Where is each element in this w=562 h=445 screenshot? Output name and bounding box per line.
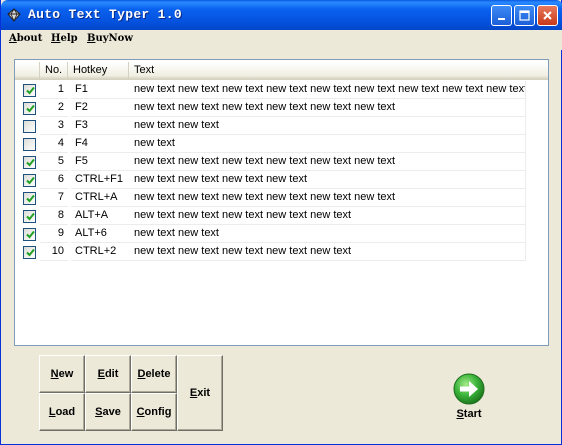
menu-help[interactable]: Help [51,33,78,44]
new-button[interactable]: New [39,355,85,393]
row-hotkey: F5 [71,153,129,171]
table-row[interactable]: 2 F2 new text new text new text new text n… [15,99,548,117]
row-hotkey: F3 [71,117,129,135]
row-hotkey: CTRL+F1 [71,171,129,189]
checkmark-icon [26,176,35,185]
row-hotkey: F1 [71,81,129,99]
table-row[interactable]: 5 F5 new text new text new text new text n… [15,153,548,171]
row-number: 3 [40,117,68,135]
checkmark-icon [26,212,35,221]
row-text: new text [129,135,526,153]
edit-button-label: Edit [97,368,119,380]
checkmark-icon [26,194,35,203]
row-checkbox[interactable] [23,246,36,259]
new-button-label: New [50,368,74,380]
row-text: new text new text new text new text new … [129,99,526,117]
row-hotkey: F2 [71,99,129,117]
save-button-label: Save [95,406,121,418]
row-number: 10 [40,243,68,261]
row-checkbox[interactable] [23,174,36,187]
row-text: new text new text new text new text new … [129,207,526,225]
window-title: Auto Text Typer 1.0 [28,7,182,22]
row-checkbox[interactable] [23,102,36,115]
maximize-icon [519,10,530,21]
title-bar[interactable]: Auto Text Typer 1.0 [1,0,562,30]
load-button[interactable]: Load [39,393,85,431]
config-button[interactable]: Config [131,393,177,431]
header-hotkey[interactable]: Hotkey [68,62,129,80]
go-arrow-icon [453,373,485,405]
header-no[interactable]: No. [40,62,68,80]
row-text: new text new text new text new text [129,171,526,189]
config-button-label: Config [136,406,172,418]
row-checkbox[interactable] [23,192,36,205]
delete-button-label: Delete [137,368,171,380]
app-diamond-icon [7,8,21,22]
delete-button[interactable]: Delete [131,355,177,393]
table-row[interactable]: 6 CTRL+F1 new text new text new text new t… [15,171,548,189]
checkmark-icon [26,158,35,167]
save-button[interactable]: Save [85,393,131,431]
row-hotkey: F4 [71,135,129,153]
row-number: 5 [40,153,68,171]
list-header: No. Hotkey Text [15,62,548,80]
row-checkbox[interactable] [23,156,36,169]
exit-button-label: Exit [189,387,211,399]
row-checkbox[interactable] [23,120,36,133]
row-text: new text new text [129,117,526,135]
menu-bar: About Help BuyNow [1,30,562,50]
table-row[interactable]: 1 F1 new text new text new text new text n… [15,81,548,99]
row-checkbox[interactable] [23,138,36,151]
row-number: 1 [40,81,68,99]
row-text: new text new text new text new text new … [129,189,526,207]
row-checkbox[interactable] [23,84,36,97]
row-text: new text new text new text new text new … [129,153,526,171]
close-button[interactable] [537,5,558,26]
minimize-icon [498,18,505,20]
row-hotkey: CTRL+A [71,189,129,207]
row-hotkey: ALT+6 [71,225,129,243]
start-button[interactable]: Start [447,370,491,426]
menu-about[interactable]: About [9,33,42,44]
start-label: Start [456,408,482,420]
menu-buynow[interactable]: BuyNow [87,33,133,44]
close-icon [543,11,552,20]
hotkey-list[interactable]: No. Hotkey Text 1 F1 new text new text new… [14,59,549,346]
checkmark-icon [26,230,35,239]
row-number: 7 [40,189,68,207]
app-window: Auto Text Typer 1.0 About Help BuyNow No… [0,0,562,445]
row-checkbox[interactable] [23,210,36,223]
maximize-button[interactable] [514,5,535,26]
table-row[interactable]: 8 ALT+A new text new text new text new tex… [15,207,548,225]
row-hotkey: CTRL+2 [71,243,129,261]
header-check-column[interactable] [15,62,40,80]
header-text[interactable]: Text [129,62,548,80]
minimize-button[interactable] [491,5,512,26]
table-row[interactable]: 9 ALT+6 new text new text [15,225,548,243]
row-checkbox[interactable] [23,228,36,241]
row-hotkey: ALT+A [71,207,129,225]
table-row[interactable]: 10 CTRL+2 new text new text new text new t… [15,243,548,261]
row-number: 2 [40,99,68,117]
checkmark-icon [26,248,35,257]
table-row[interactable]: 4 F4 new text [15,135,548,153]
row-text: new text new text new text new text new … [129,243,526,261]
row-number: 8 [40,207,68,225]
checkmark-icon [26,104,35,113]
row-number: 9 [40,225,68,243]
edit-button[interactable]: Edit [85,355,131,393]
table-row[interactable]: 7 CTRL+A new text new text new text new te… [15,189,548,207]
exit-button[interactable]: Exit [177,355,223,431]
table-row[interactable]: 3 F3 new text new text [15,117,548,135]
row-text: new text new text [129,225,526,243]
row-number: 4 [40,135,68,153]
row-number: 6 [40,171,68,189]
checkmark-icon [26,86,35,95]
row-text: new text new text new text new text new … [129,81,526,99]
load-button-label: Load [48,406,76,418]
